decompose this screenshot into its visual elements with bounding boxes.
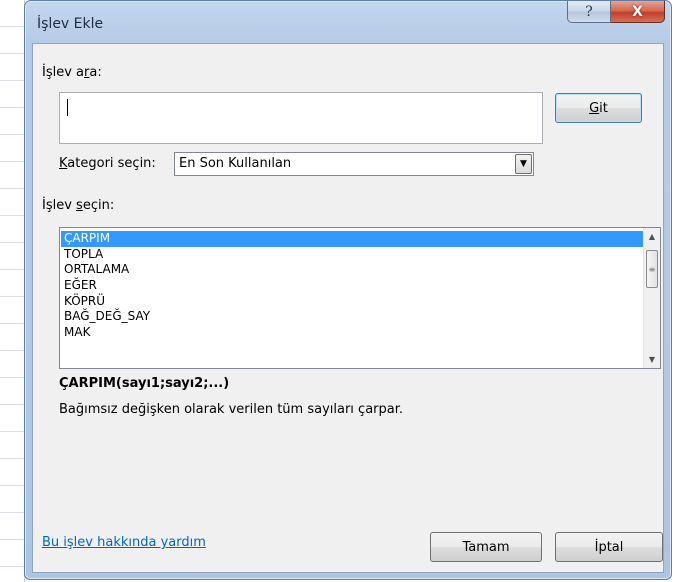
function-signature: ÇARPIM(sayı1;sayı2;...) xyxy=(59,376,230,391)
insert-function-dialog: İşlev Ekle ? X İşlev ara: Git Kategori s… xyxy=(24,0,672,580)
cancel-button[interactable]: İptal xyxy=(555,532,663,562)
list-item[interactable]: KÖPRÜ xyxy=(61,294,645,310)
close-button[interactable]: X xyxy=(611,1,665,23)
title-bar[interactable]: İşlev Ekle ? X xyxy=(25,1,671,43)
list-item[interactable]: EĞER xyxy=(61,278,645,294)
dropdown-arrow-button[interactable]: ▼ xyxy=(515,154,532,174)
list-item[interactable]: ÇARPIM xyxy=(61,231,645,247)
category-select-value: En Son Kullanılan xyxy=(179,156,292,171)
text-caret xyxy=(67,99,68,116)
function-list: ÇARPIM TOPLA ORTALAMA EĞER KÖPRÜ BAĞ_DEĞ… xyxy=(61,231,645,341)
function-description: Bağımsız değişken olarak verilen tüm say… xyxy=(59,402,404,417)
scroll-thumb[interactable]: ≡ xyxy=(646,250,658,288)
list-item[interactable]: ORTALAMA xyxy=(61,262,645,278)
help-link[interactable]: Bu işlev hakkında yardım xyxy=(42,535,206,550)
dialog-title: İşlev Ekle xyxy=(37,16,104,32)
help-button[interactable]: ? xyxy=(567,1,611,23)
ok-button[interactable]: Tamam xyxy=(430,532,542,562)
vertical-scrollbar[interactable]: ▲ ≡ ▼ xyxy=(643,228,660,368)
category-label: Kategori seçin: xyxy=(59,156,156,171)
scroll-down-button[interactable]: ▼ xyxy=(644,351,660,368)
go-button[interactable]: Git xyxy=(555,93,642,123)
list-item[interactable]: BAĞ_DEĞ_SAY xyxy=(61,309,645,325)
category-select[interactable]: En Son Kullanılan ▼ xyxy=(174,152,534,176)
question-mark-icon: ? xyxy=(585,3,593,20)
search-input[interactable] xyxy=(59,92,543,144)
grip-icon: ≡ xyxy=(648,264,656,274)
function-listbox[interactable]: ÇARPIM TOPLA ORTALAMA EĞER KÖPRÜ BAĞ_DEĞ… xyxy=(59,227,661,369)
scroll-up-button[interactable]: ▲ xyxy=(644,228,660,245)
arrow-down-icon: ▼ xyxy=(648,355,656,364)
dialog-content: İşlev ara: Git Kategori seçin: En Son Ku… xyxy=(32,43,664,573)
close-icon: X xyxy=(632,3,643,20)
list-item[interactable]: TOPLA xyxy=(61,247,645,263)
caption-buttons: ? X xyxy=(567,1,665,23)
desktop-background-left xyxy=(0,0,25,582)
arrow-up-icon: ▲ xyxy=(648,232,656,241)
search-label: İşlev ara: xyxy=(42,65,102,80)
function-list-label: İşlev seçin: xyxy=(42,198,115,213)
list-item[interactable]: MAK xyxy=(61,325,645,341)
desktop-background-right xyxy=(672,0,694,582)
chevron-down-icon: ▼ xyxy=(520,159,527,169)
